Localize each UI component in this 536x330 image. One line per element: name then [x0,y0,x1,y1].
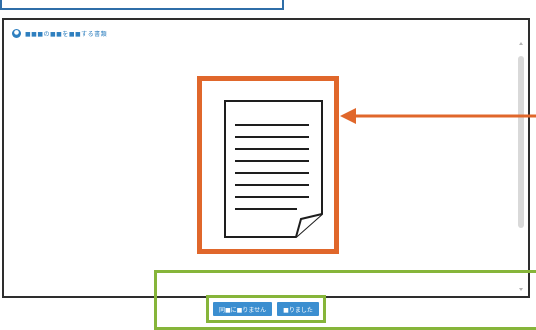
circle-info-icon: ● [12,28,21,38]
document-page-icon [224,100,323,238]
scroll-up-arrow[interactable] [519,42,523,45]
arrow-left-icon [340,108,536,124]
top-frame [0,0,284,10]
dialog-title: ■■■の■■を■■する書類 [25,30,108,38]
vertical-scrollbar[interactable] [518,56,524,228]
agree-button[interactable]: ■りました [277,302,319,316]
dialog-titlebar: ● ■■■の■■を■■する書類 [12,26,107,40]
footer-button-group: 同■に■りません ■りました [206,295,326,323]
document-highlight-box [197,76,339,254]
disagree-button[interactable]: 同■に■りません [213,302,273,316]
